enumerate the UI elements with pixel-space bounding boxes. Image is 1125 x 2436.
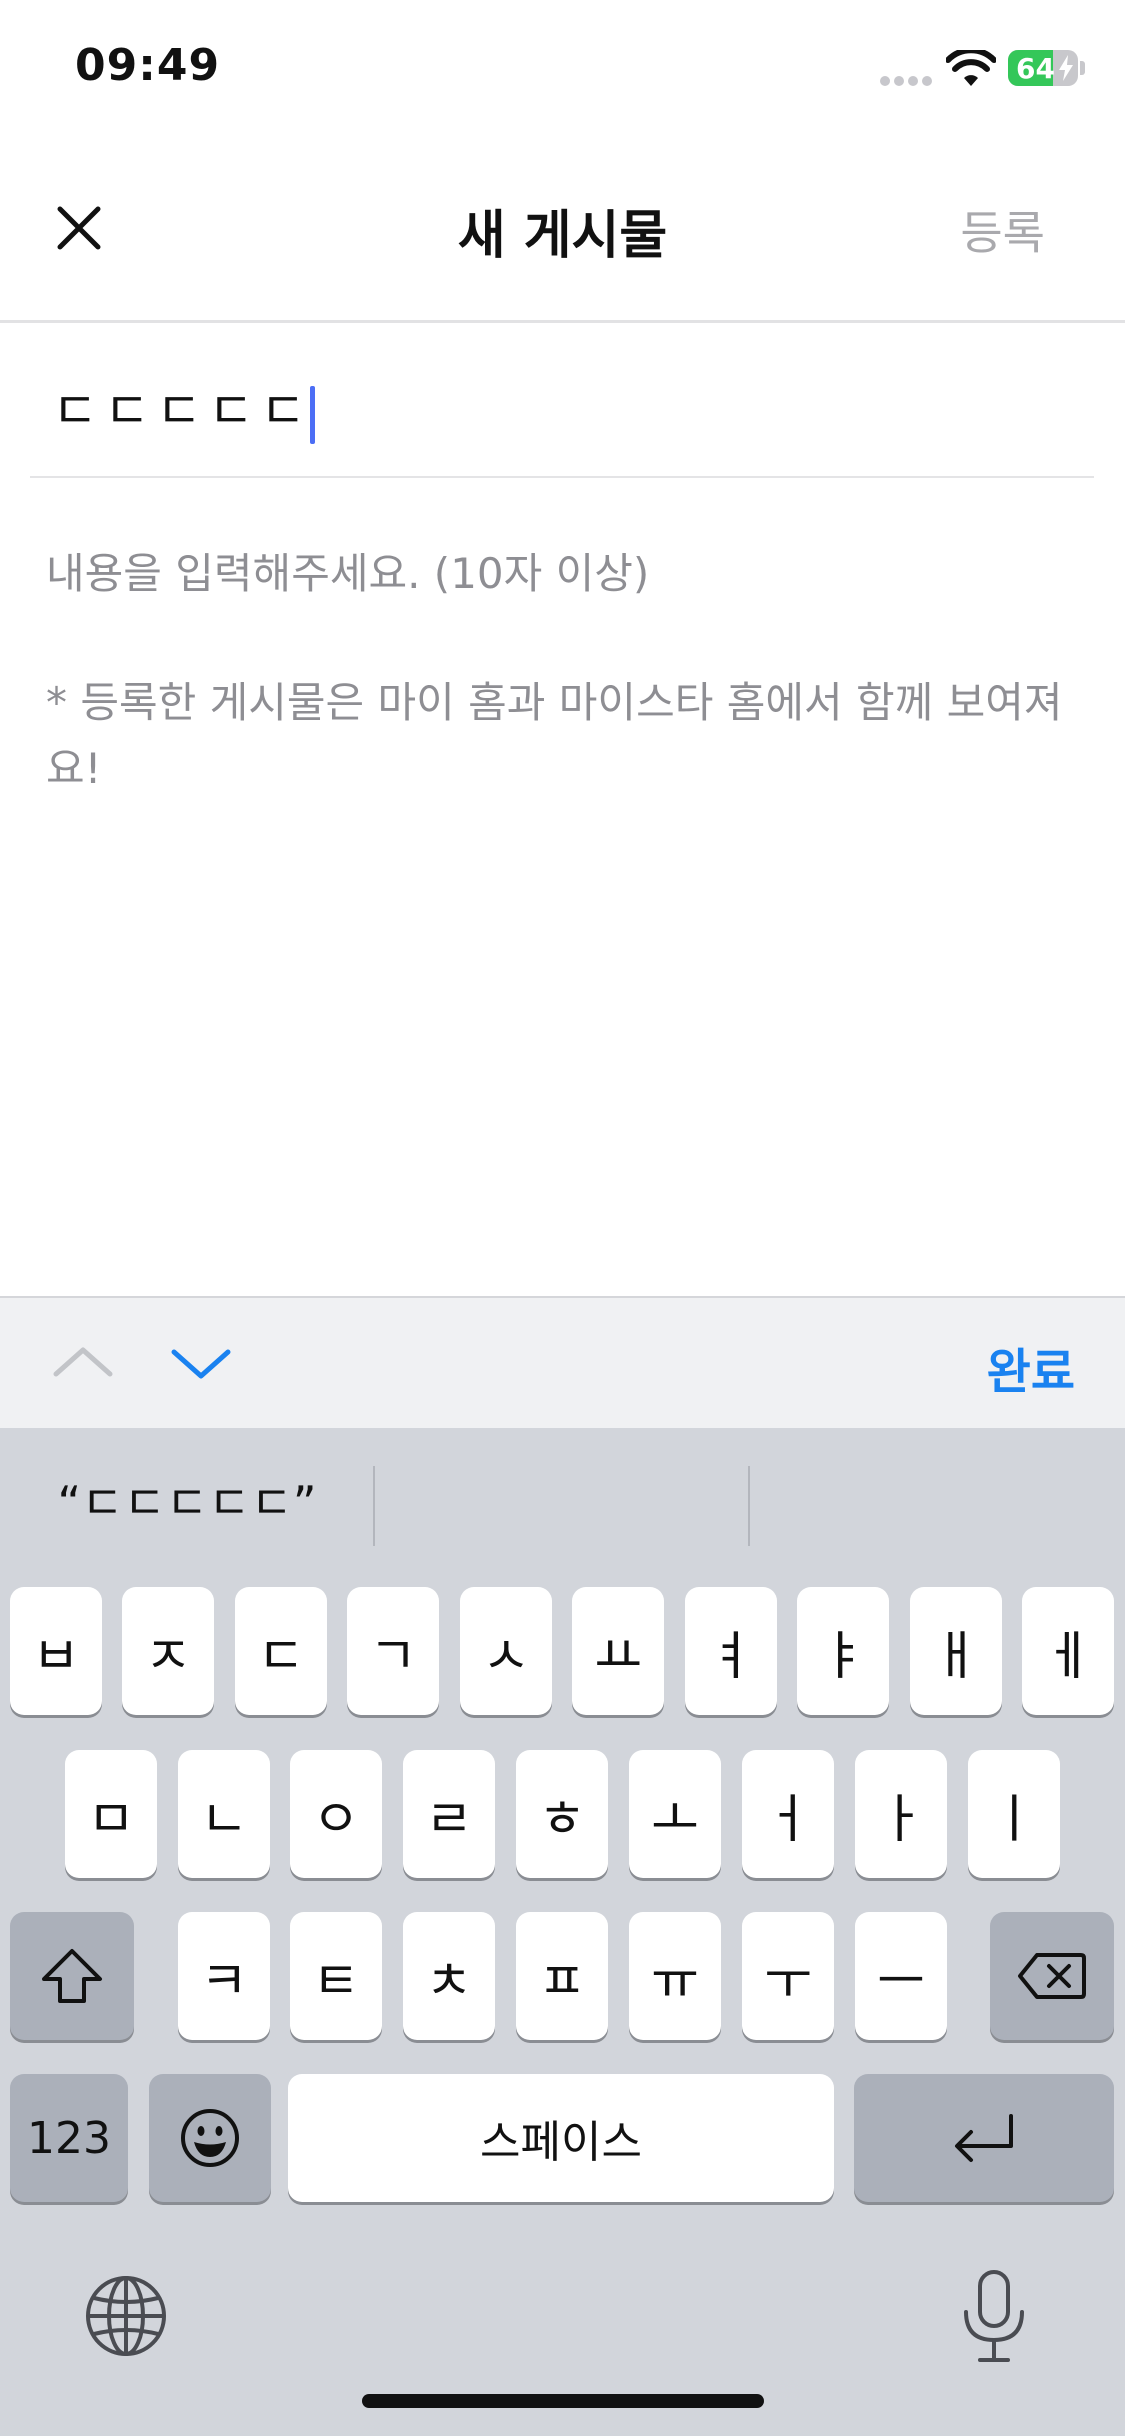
key-r1-6[interactable]: ㅛ <box>572 1587 664 1715</box>
submit-button[interactable]: 등록 <box>960 197 1045 263</box>
battery-icon: 64 <box>1008 50 1078 86</box>
key-r1-1[interactable]: ㅂ <box>10 1587 102 1715</box>
cellular-signal-icon <box>880 76 934 86</box>
suggestion-3[interactable] <box>750 1428 1125 1578</box>
key-r1-9[interactable]: ㅐ <box>910 1587 1002 1715</box>
delete-key[interactable] <box>990 1912 1114 2040</box>
microphone-icon[interactable] <box>960 2268 1028 2364</box>
battery-cap <box>1080 61 1085 75</box>
key-r1-7[interactable]: ㅕ <box>685 1587 777 1715</box>
key-r3-3[interactable]: ㅊ <box>403 1912 495 2040</box>
status-bar: 09:49 64 <box>0 0 1125 135</box>
return-key[interactable] <box>854 2074 1114 2202</box>
key-r2-9[interactable]: ㅣ <box>968 1750 1060 1878</box>
key-r2-3[interactable]: ㅇ <box>290 1750 382 1878</box>
key-r1-3[interactable]: ㄷ <box>235 1587 327 1715</box>
chevron-up-icon[interactable] <box>50 1338 116 1388</box>
wifi-icon <box>946 50 996 86</box>
suggestion-bar: “ㄷㄷㄷㄷㄷ” <box>0 1428 1125 1578</box>
key-r3-7[interactable]: ㅡ <box>855 1912 947 2040</box>
page-title: 새 게시물 <box>457 206 668 266</box>
key-r1-2[interactable]: ㅈ <box>122 1587 214 1715</box>
home-indicator <box>362 2394 764 2408</box>
shift-key[interactable] <box>10 1912 134 2040</box>
nav-bar: 새 게시물 등록 <box>0 135 1125 323</box>
globe-icon[interactable] <box>84 2274 168 2358</box>
space-key[interactable]: 스페이스 <box>288 2074 834 2202</box>
key-r1-10[interactable]: ㅔ <box>1022 1587 1114 1715</box>
chevron-down-icon[interactable] <box>168 1338 234 1388</box>
return-icon <box>955 2114 1013 2162</box>
charging-bolt-icon <box>1059 55 1073 81</box>
key-r2-7[interactable]: ㅓ <box>742 1750 834 1878</box>
key-r1-8[interactable]: ㅑ <box>797 1587 889 1715</box>
suggestion-1[interactable]: “ㄷㄷㄷㄷㄷ” <box>0 1428 374 1578</box>
key-r1-5[interactable]: ㅅ <box>460 1587 552 1715</box>
status-time: 09:49 <box>75 40 221 91</box>
notice-line-1: * 등록한 게시물은 마이 홈과 마이스타 홈에서 함께 보여져 <box>46 678 1063 727</box>
emoji-key[interactable] <box>149 2074 271 2202</box>
title-input-value: ㄷㄷㄷㄷㄷ <box>52 371 315 444</box>
key-r2-5[interactable]: ㅎ <box>516 1750 608 1878</box>
shift-icon <box>42 1949 102 2003</box>
key-r1-4[interactable]: ㄱ <box>347 1587 439 1715</box>
title-input[interactable]: ㄷㄷㄷㄷㄷ <box>30 323 1094 478</box>
key-r3-1[interactable]: ㅋ <box>178 1912 270 2040</box>
key-r2-1[interactable]: ㅁ <box>65 1750 157 1878</box>
key-r2-8[interactable]: ㅏ <box>855 1750 947 1878</box>
key-r3-2[interactable]: ㅌ <box>290 1912 382 2040</box>
emoji-icon <box>181 2109 239 2167</box>
text-cursor <box>310 385 315 444</box>
suggestion-2[interactable] <box>375 1428 748 1578</box>
space-key-label: 스페이스 <box>480 2117 642 2168</box>
done-button[interactable]: 완료 <box>987 1332 1075 1402</box>
keyboard-accessory-bar: 완료 <box>0 1296 1125 1428</box>
key-r2-6[interactable]: ㅗ <box>629 1750 721 1878</box>
notice-text: * 등록한 게시물은 마이 홈과 마이스타 홈에서 함께 보여져 요! <box>46 670 1086 802</box>
notice-line-2: 요! <box>46 744 102 793</box>
numbers-key-label: 123 <box>27 2112 111 2164</box>
battery-percent: 64 <box>1016 52 1055 85</box>
key-r2-2[interactable]: ㄴ <box>178 1750 270 1878</box>
key-r3-6[interactable]: ㅜ <box>742 1912 834 2040</box>
content-input[interactable]: 내용을 입력해주세요. (10자 이상) <box>46 540 649 601</box>
key-r3-5[interactable]: ㅠ <box>629 1912 721 2040</box>
delete-icon <box>1018 1953 1086 1999</box>
numbers-key[interactable]: 123 <box>10 2074 128 2202</box>
key-r2-4[interactable]: ㄹ <box>403 1750 495 1878</box>
key-r3-4[interactable]: ㅍ <box>516 1912 608 2040</box>
